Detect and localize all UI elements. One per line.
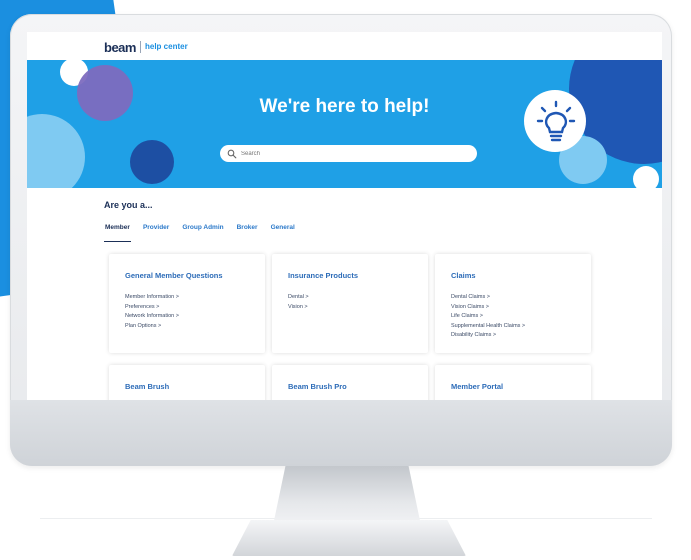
help-center-label[interactable]: help center xyxy=(145,42,188,51)
card-links: Member Information > Preferences > Netwo… xyxy=(125,293,179,331)
search-bar[interactable] xyxy=(220,145,477,162)
audience-tabs: Member Provider Group Admin Broker Gener… xyxy=(104,224,307,242)
link-life-claims[interactable]: Life Claims > xyxy=(451,312,525,322)
card-title[interactable]: General Member Questions xyxy=(125,271,223,280)
decorative-circle xyxy=(633,166,659,188)
card-insurance-products: Insurance Products Dental > Vision > xyxy=(272,254,428,353)
card-claims: Claims Dental Claims > Vision Claims > L… xyxy=(435,254,591,353)
search-icon xyxy=(227,149,237,158)
card-title[interactable]: Member Portal xyxy=(451,382,503,391)
card-title[interactable]: Beam Brush xyxy=(125,382,169,391)
card-title[interactable]: Beam Brush Pro xyxy=(288,382,347,391)
link-dental[interactable]: Dental > xyxy=(288,293,309,303)
card-links: Dental > Vision > xyxy=(288,293,309,312)
tab-member[interactable]: Member xyxy=(104,224,131,242)
tab-provider[interactable]: Provider xyxy=(142,224,170,242)
link-network-information[interactable]: Network Information > xyxy=(125,312,179,322)
card-links: Dental Claims > Vision Claims > Life Cla… xyxy=(451,293,525,341)
monitor-stand-neck xyxy=(272,466,422,528)
decorative-circle xyxy=(130,140,174,184)
card-title[interactable]: Insurance Products xyxy=(288,271,358,280)
monitor-screen: beam help center We're here to help! Sea… xyxy=(27,32,662,400)
beam-logo[interactable]: beam xyxy=(104,40,136,55)
link-vision[interactable]: Vision > xyxy=(288,303,309,313)
search-input[interactable] xyxy=(241,150,441,157)
tab-group-admin[interactable]: Group Admin xyxy=(181,224,224,242)
decorative-circle xyxy=(27,114,85,188)
card-general-member-questions: General Member Questions Member Informat… xyxy=(109,254,265,353)
link-dental-claims[interactable]: Dental Claims > xyxy=(451,293,525,303)
link-supplemental-health-claims[interactable]: Supplemental Health Claims > xyxy=(451,322,525,332)
monitor-stand-base xyxy=(232,520,466,556)
link-member-information[interactable]: Member Information > xyxy=(125,293,179,303)
tab-general[interactable]: General xyxy=(270,224,296,242)
card-member-portal: Member Portal xyxy=(435,365,591,400)
link-plan-options[interactable]: Plan Options > xyxy=(125,322,179,332)
link-disability-claims[interactable]: Disability Claims > xyxy=(451,331,525,341)
hero-banner: We're here to help! xyxy=(27,60,662,188)
card-title[interactable]: Claims xyxy=(451,271,476,280)
logo-divider xyxy=(140,41,141,53)
hero-title: We're here to help! xyxy=(259,96,430,117)
tab-broker[interactable]: Broker xyxy=(236,224,259,242)
link-preferences[interactable]: Preferences > xyxy=(125,303,179,313)
section-title: Are you a... xyxy=(104,200,153,210)
card-beam-brush-pro: Beam Brush Pro xyxy=(272,365,428,400)
top-bar: beam help center xyxy=(27,32,662,60)
card-beam-brush: Beam Brush xyxy=(109,365,265,400)
link-vision-claims[interactable]: Vision Claims > xyxy=(451,303,525,313)
monitor-chin xyxy=(10,400,672,466)
